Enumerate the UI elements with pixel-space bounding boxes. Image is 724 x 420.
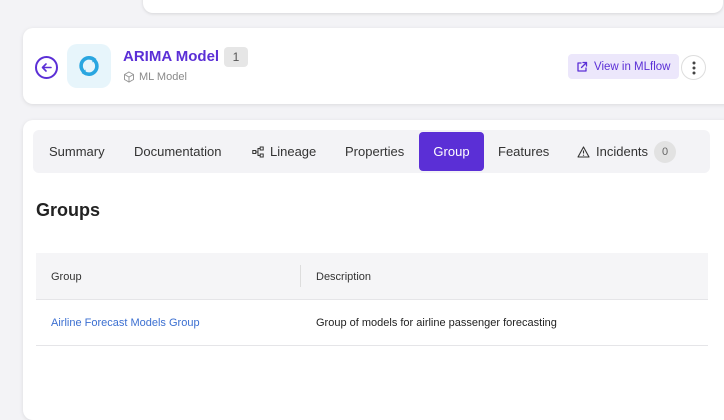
- group-description: Group of models for airline passenger fo…: [316, 317, 557, 329]
- back-arrow-icon: [41, 63, 52, 72]
- section-title: Groups: [36, 200, 101, 220]
- tab-label: Group: [433, 144, 470, 159]
- entity-content: Summary Documentation Lineage Properties…: [23, 120, 724, 420]
- column-divider: [300, 265, 301, 287]
- tab-properties[interactable]: Properties: [341, 132, 408, 171]
- more-vertical-icon: [692, 61, 695, 74]
- view-in-mlflow-button[interactable]: View in MLflow: [568, 54, 679, 79]
- warning-icon: [577, 145, 590, 158]
- mlflow-logo-icon: [79, 56, 99, 76]
- table-header: Group Description: [36, 253, 708, 300]
- cube-icon: [124, 71, 134, 83]
- column-header-description[interactable]: Description: [316, 253, 371, 300]
- tab-documentation[interactable]: Documentation: [130, 132, 225, 171]
- tab-label: Lineage: [270, 144, 317, 159]
- top-search-bar: [143, 0, 723, 13]
- groups-table: Group Description Airline Forecast Model…: [36, 253, 708, 346]
- tab-features[interactable]: Features: [494, 132, 553, 171]
- entity-title[interactable]: ARIMA Model: [123, 48, 219, 65]
- external-link-icon: [577, 61, 588, 72]
- entity-subtype-label: ML Model: [139, 71, 187, 83]
- table-row: Airline Forecast Models Group Group of m…: [36, 300, 708, 346]
- tab-lineage[interactable]: Lineage: [248, 132, 320, 171]
- tab-label: Summary: [49, 144, 105, 159]
- tab-label: Documentation: [134, 144, 222, 159]
- lineage-icon: [252, 146, 264, 157]
- back-button[interactable]: [35, 56, 58, 79]
- group-link[interactable]: Airline Forecast Models Group: [51, 300, 200, 346]
- tab-group[interactable]: Group: [419, 132, 484, 171]
- version-badge: 1: [224, 47, 248, 67]
- tab-bar: Summary Documentation Lineage Properties…: [33, 130, 710, 173]
- tab-label: Incidents: [596, 144, 649, 159]
- model-logo: [67, 44, 111, 88]
- tab-label: Properties: [345, 144, 405, 159]
- entity-header: ARIMA Model 1 ML Model View in MLflow: [23, 28, 724, 104]
- tab-label: Features: [498, 144, 550, 159]
- view-in-mlflow-label: View in MLflow: [594, 60, 671, 73]
- column-header-group[interactable]: Group: [51, 253, 82, 300]
- tab-incidents[interactable]: Incidents 0: [573, 132, 680, 171]
- entity-subtype: ML Model: [123, 71, 187, 83]
- more-options-button[interactable]: [681, 55, 706, 80]
- tab-summary[interactable]: Summary: [45, 132, 109, 171]
- incidents-count-badge: 0: [654, 140, 677, 163]
